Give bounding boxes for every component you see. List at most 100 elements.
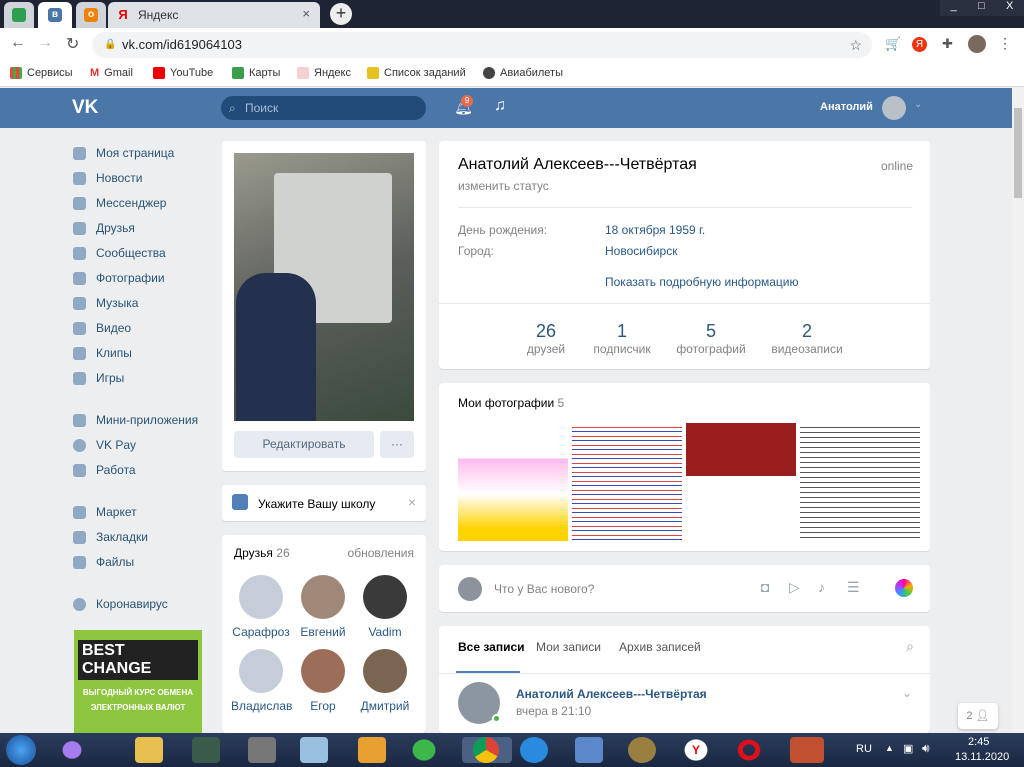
search-icon[interactable]: ⌕ [906,638,914,655]
chevron-down-icon[interactable]: ⌄ [914,99,922,110]
stories-icon[interactable] [895,579,913,597]
nav-clips[interactable]: Клипы [73,346,132,360]
header-avatar[interactable] [882,96,906,120]
bookmark-gmail[interactable]: M Gmail [90,67,133,79]
post-time[interactable]: вчера в 21:10 [516,704,591,718]
tab-all-posts[interactable]: Все записи [458,640,525,654]
nav-video[interactable]: Видео [73,321,131,335]
tab-ok[interactable]: о [76,2,106,28]
snipping-tool-icon[interactable] [575,737,603,763]
back-icon[interactable]: ← [10,34,26,52]
profile-photo[interactable] [234,153,414,421]
clock-time[interactable]: 2:45 [968,736,989,748]
friend-item[interactable]: Дмитрий [355,649,415,713]
tab-classroom[interactable] [4,2,34,28]
cart-icon[interactable]: 🛒 [885,36,901,52]
language-indicator[interactable]: RU [856,743,872,755]
stat-friends[interactable]: 26 друзей [521,321,571,356]
close-window-button[interactable]: X [1006,0,1013,16]
scrollbar[interactable] [1012,88,1024,733]
app-icon[interactable] [520,737,548,763]
city-value[interactable]: Новосибирск [605,244,677,258]
bookmark-tasks[interactable]: Список заданий [367,67,466,79]
close-icon[interactable]: × [408,494,416,510]
chevron-down-icon[interactable]: ⌄ [902,686,912,700]
more-actions-button[interactable]: ··· [380,431,414,458]
post-author[interactable]: Анатолий Алексеев---Четвёртая [516,687,707,701]
bookmark-youtube[interactable]: YouTube [153,67,213,79]
bookmark-maps[interactable]: Карты [232,67,280,79]
app-icon[interactable] [628,737,656,763]
stat-followers[interactable]: 1 подписчик [589,321,655,356]
photo-thumbnail[interactable] [572,423,682,541]
new-tab-button[interactable]: + [330,3,352,25]
search-input[interactable]: ⌕ Поиск [221,96,426,120]
header-user-name[interactable]: Анатолий [820,101,873,113]
nav-coronavirus[interactable]: Коронавирус [73,597,168,611]
scrollbar-thumb[interactable] [1014,108,1022,198]
friend-item[interactable]: Сарафроз [231,575,291,639]
yandex-extension-icon[interactable]: Я [912,37,927,52]
stat-photos[interactable]: 5 фотографий [675,321,747,356]
nav-market[interactable]: Маркет [73,505,137,519]
birthday-value[interactable]: 18 октября 1959 г. [605,223,705,237]
presentation-app-icon[interactable] [790,737,824,763]
tray-expand-icon[interactable]: ▲ [885,743,894,753]
chat-button[interactable]: 2 👤︎ [958,703,998,729]
show-more-info-link[interactable]: Показать подробную информацию [605,275,799,289]
tab-archive[interactable]: Архив записей [619,640,701,654]
nav-friends[interactable]: Друзья [73,221,135,235]
camera-app-icon[interactable] [248,737,276,763]
photo-thumbnail[interactable] [686,423,796,541]
nav-bookmarks[interactable]: Закладки [73,530,148,544]
nav-vk-pay[interactable]: VK Pay [73,438,136,452]
tab-vk[interactable]: в [38,2,72,28]
clock-date[interactable]: 13.11.2020 [955,751,1009,763]
tab-yandex[interactable]: Я Яндекс × [108,2,320,28]
nav-files[interactable]: Файлы [73,555,134,569]
alice-icon[interactable] [58,737,86,763]
nav-mini-apps[interactable]: Мини-приложения [73,413,198,427]
vk-logo[interactable]: VK [72,97,98,119]
url-input[interactable]: 🔒 vk.com/id619064103 ☆ [92,32,872,58]
minimize-button[interactable]: _ [951,0,957,16]
friends-title[interactable]: Друзья 26 [234,546,290,560]
friend-item[interactable]: Vadim [355,575,415,639]
explorer-icon[interactable] [135,737,163,763]
network-icon[interactable]: ▣ [903,742,913,755]
camera-icon[interactable]: ◘ [761,579,769,595]
composer-placeholder[interactable]: Что у Вас нового? [494,582,594,596]
nav-news[interactable]: Новости [73,171,142,185]
opera-icon[interactable] [735,737,763,763]
forward-icon[interactable]: → [37,34,53,52]
maximize-button[interactable]: □ [978,0,985,16]
my-photos-title[interactable]: Мои фотографии 5 [458,396,564,410]
nav-games[interactable]: Игры [73,371,124,385]
tab-my-posts[interactable]: Мои записи [536,640,601,654]
extensions-icon[interactable]: ✚ [942,36,953,52]
security-icon[interactable] [192,737,220,763]
nav-work[interactable]: Работа [73,463,136,477]
post-composer[interactable]: Что у Вас нового? ◘ ▷ ♪ ☰ [439,565,930,612]
close-tab-icon[interactable]: × [302,6,310,21]
bookmark-star-icon[interactable]: ☆ [849,32,862,58]
photo-thumbnail[interactable] [458,423,568,541]
nav-messenger[interactable]: Мессенджер [73,196,166,210]
calculator-icon[interactable] [300,737,328,763]
nav-communities[interactable]: Сообщества [73,246,166,260]
nav-photos[interactable]: Фотографии [73,271,165,285]
start-button[interactable] [6,735,36,765]
friend-item[interactable]: Евгений [293,575,353,639]
reload-icon[interactable]: ↻ [66,34,79,54]
music-icon[interactable]: ♪ [818,579,825,595]
2gis-icon[interactable] [358,737,386,763]
change-status-link[interactable]: изменить статус [458,179,549,193]
mail-agent-icon[interactable] [410,737,438,763]
music-icon[interactable]: ♫ [494,97,506,115]
photo-thumbnail[interactable] [800,423,920,541]
school-prompt-card[interactable]: Укажите Вашу школу × [222,485,426,521]
video-play-icon[interactable]: ▷ [789,579,800,596]
edit-profile-button[interactable]: Редактировать [234,431,374,458]
bookmark-yandex[interactable]: Яндекс [297,67,351,79]
profile-avatar[interactable] [968,35,986,53]
